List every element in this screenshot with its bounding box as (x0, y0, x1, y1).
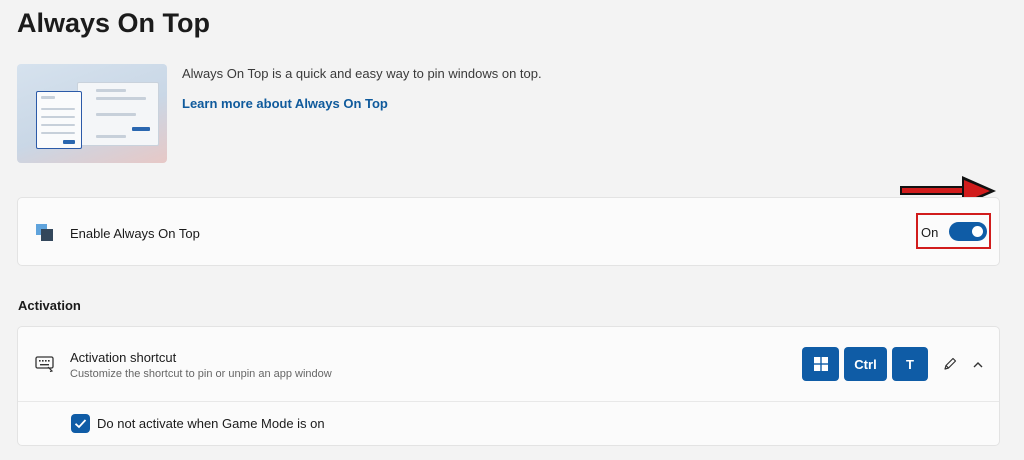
edit-shortcut-icon[interactable] (942, 356, 958, 372)
always-on-top-icon (36, 224, 54, 242)
enable-card: Enable Always On Top On (17, 197, 1000, 266)
windows-key (802, 347, 839, 381)
toggle-knob (972, 226, 983, 237)
chevron-up-icon[interactable] (971, 358, 985, 372)
enable-label: Enable Always On Top (70, 226, 200, 241)
game-mode-label: Do not activate when Game Mode is on (97, 416, 325, 431)
card-divider (18, 401, 999, 402)
ctrl-key: Ctrl (844, 347, 887, 381)
toggle-highlight-box: On (916, 213, 991, 249)
preview-pinned-window (36, 91, 82, 149)
game-mode-checkbox[interactable] (71, 414, 90, 433)
preview-background-window (77, 82, 159, 146)
activation-shortcut-subtitle: Customize the shortcut to pin or unpin a… (70, 368, 332, 380)
learn-more-link[interactable]: Learn more about Always On Top (182, 96, 388, 111)
feature-description: Always On Top is a quick and easy way to… (182, 66, 542, 81)
t-key: T (892, 347, 928, 381)
activation-shortcut-title: Activation shortcut (70, 350, 177, 365)
enable-toggle[interactable] (949, 222, 987, 241)
section-title-activation: Activation (18, 298, 81, 313)
checkmark-icon (74, 419, 87, 429)
activation-card: Activation shortcut Customize the shortc… (17, 326, 1000, 446)
page-title: Always On Top (17, 8, 211, 38)
toggle-state-label: On (921, 225, 939, 240)
keyboard-icon (35, 356, 54, 373)
hero-image (17, 64, 167, 163)
windows-key-icon (813, 357, 828, 371)
